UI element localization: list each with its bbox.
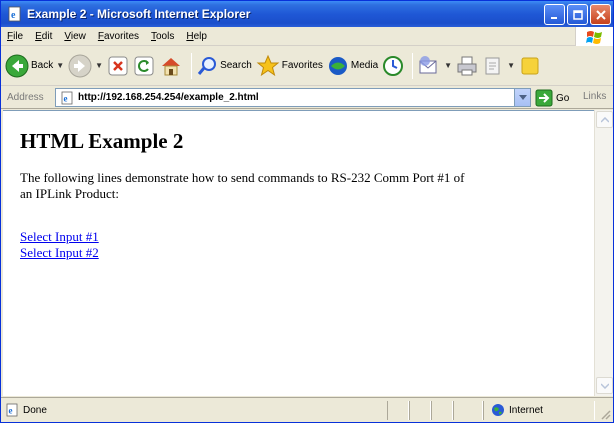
menu-bar: File Edit View Favorites Tools Help xyxy=(1,27,613,46)
messenger-button[interactable] xyxy=(519,51,541,81)
back-button[interactable]: Back ▼ xyxy=(5,51,64,81)
status-pane xyxy=(387,401,409,420)
scroll-down-button[interactable] xyxy=(596,377,613,394)
menu-file[interactable]: File xyxy=(1,31,29,42)
toolbar-separator xyxy=(412,52,414,79)
refresh-button[interactable] xyxy=(133,51,155,81)
favorites-star-icon xyxy=(256,54,280,76)
address-label: Address xyxy=(7,91,44,103)
go-arrow-icon xyxy=(535,89,553,107)
status-done: e Done xyxy=(5,403,47,417)
status-pane xyxy=(453,401,483,420)
chevron-down-icon xyxy=(600,382,609,389)
browser-window: e Example 2 - Microsoft Internet Explore… xyxy=(0,0,614,423)
go-button[interactable]: Go xyxy=(535,89,569,107)
menu-edit[interactable]: Edit xyxy=(29,31,58,42)
menu-favorites[interactable]: Favorites xyxy=(92,31,145,42)
media-button[interactable]: Media xyxy=(327,51,378,81)
menu-help[interactable]: Help xyxy=(180,31,213,42)
close-button[interactable] xyxy=(590,4,611,25)
edit-dropdown-icon[interactable]: ▼ xyxy=(507,61,515,70)
notes-icon xyxy=(521,57,539,74)
select-input-1-link[interactable]: Select Input #1 xyxy=(20,229,99,245)
search-icon xyxy=(197,56,217,75)
back-arrow-icon xyxy=(5,54,29,77)
stop-icon xyxy=(108,56,128,75)
stop-button[interactable] xyxy=(107,51,129,81)
address-url[interactable]: http://192.168.254.254/example_2.html xyxy=(78,92,259,103)
chevron-up-icon xyxy=(600,116,609,123)
home-button[interactable] xyxy=(159,51,183,81)
svg-text:e: e xyxy=(9,406,13,416)
ie-page-icon: e xyxy=(8,6,21,22)
go-label: Go xyxy=(556,92,570,104)
zone-label: Internet xyxy=(509,404,543,416)
favorites-button[interactable]: Favorites xyxy=(256,51,323,81)
toolbar-separator xyxy=(191,52,193,79)
page-icon: e xyxy=(61,91,73,104)
title-bar[interactable]: e Example 2 - Microsoft Internet Explore… xyxy=(1,1,613,27)
search-button[interactable]: Search xyxy=(196,51,252,81)
globe-icon xyxy=(492,404,504,416)
page-content: HTML Example 2 The following lines demon… xyxy=(3,110,594,396)
security-zone[interactable]: Internet xyxy=(491,403,543,417)
history-icon xyxy=(383,55,404,76)
media-icon xyxy=(328,56,347,75)
edit-button[interactable]: ▼ xyxy=(482,51,515,81)
address-dropdown-button[interactable] xyxy=(514,89,530,106)
windows-flag-icon xyxy=(585,30,602,44)
close-icon xyxy=(595,9,606,20)
menu-tools[interactable]: Tools xyxy=(145,31,180,42)
page-done-icon: e xyxy=(6,403,18,417)
links-button[interactable]: Links xyxy=(583,91,606,102)
select-input-2-link[interactable]: Select Input #2 xyxy=(20,245,99,261)
standard-toolbar: Back ▼ ▼ Search Favorites Media ▼ ▼ xyxy=(1,46,613,86)
favorites-label: Favorites xyxy=(281,60,323,71)
status-bar: e Done Internet xyxy=(1,397,613,422)
address-bar: Address e http://192.168.254.254/example… xyxy=(1,86,613,109)
page-paragraph: The following lines demonstrate how to s… xyxy=(20,170,465,201)
media-label: Media xyxy=(350,60,379,71)
minimize-icon xyxy=(550,16,557,19)
resize-grip-icon[interactable] xyxy=(599,408,611,420)
history-button[interactable] xyxy=(382,51,404,81)
edit-page-icon xyxy=(485,57,500,74)
chevron-down-icon xyxy=(518,94,527,100)
scroll-up-button[interactable] xyxy=(596,111,613,128)
address-input[interactable]: e http://192.168.254.254/example_2.html xyxy=(55,88,531,107)
forward-dropdown-icon[interactable]: ▼ xyxy=(95,61,103,70)
svg-text:e: e xyxy=(64,93,68,103)
maximize-button[interactable] xyxy=(567,4,588,25)
status-text: Done xyxy=(23,404,47,416)
status-pane xyxy=(431,401,453,420)
minimize-button[interactable] xyxy=(544,4,565,25)
windows-logo xyxy=(575,27,613,46)
maximize-icon xyxy=(572,9,583,20)
print-button[interactable] xyxy=(456,51,478,81)
forward-button[interactable]: ▼ xyxy=(68,51,103,81)
mail-button[interactable]: ▼ xyxy=(417,51,452,81)
search-label: Search xyxy=(220,60,252,71)
home-icon xyxy=(162,57,181,75)
menu-view[interactable]: View xyxy=(58,31,92,42)
refresh-icon xyxy=(134,56,154,75)
back-label: Back xyxy=(31,60,54,71)
page-heading: HTML Example 2 xyxy=(20,129,184,153)
vertical-scrollbar[interactable] xyxy=(594,110,613,396)
status-pane xyxy=(409,401,431,420)
svg-text:e: e xyxy=(11,10,16,21)
back-dropdown-icon[interactable]: ▼ xyxy=(56,61,64,70)
forward-arrow-icon xyxy=(68,54,92,77)
window-title: Example 2 - Microsoft Internet Explorer xyxy=(27,7,251,21)
mail-icon xyxy=(419,55,437,73)
print-icon xyxy=(457,56,477,75)
mail-dropdown-icon[interactable]: ▼ xyxy=(444,61,452,70)
